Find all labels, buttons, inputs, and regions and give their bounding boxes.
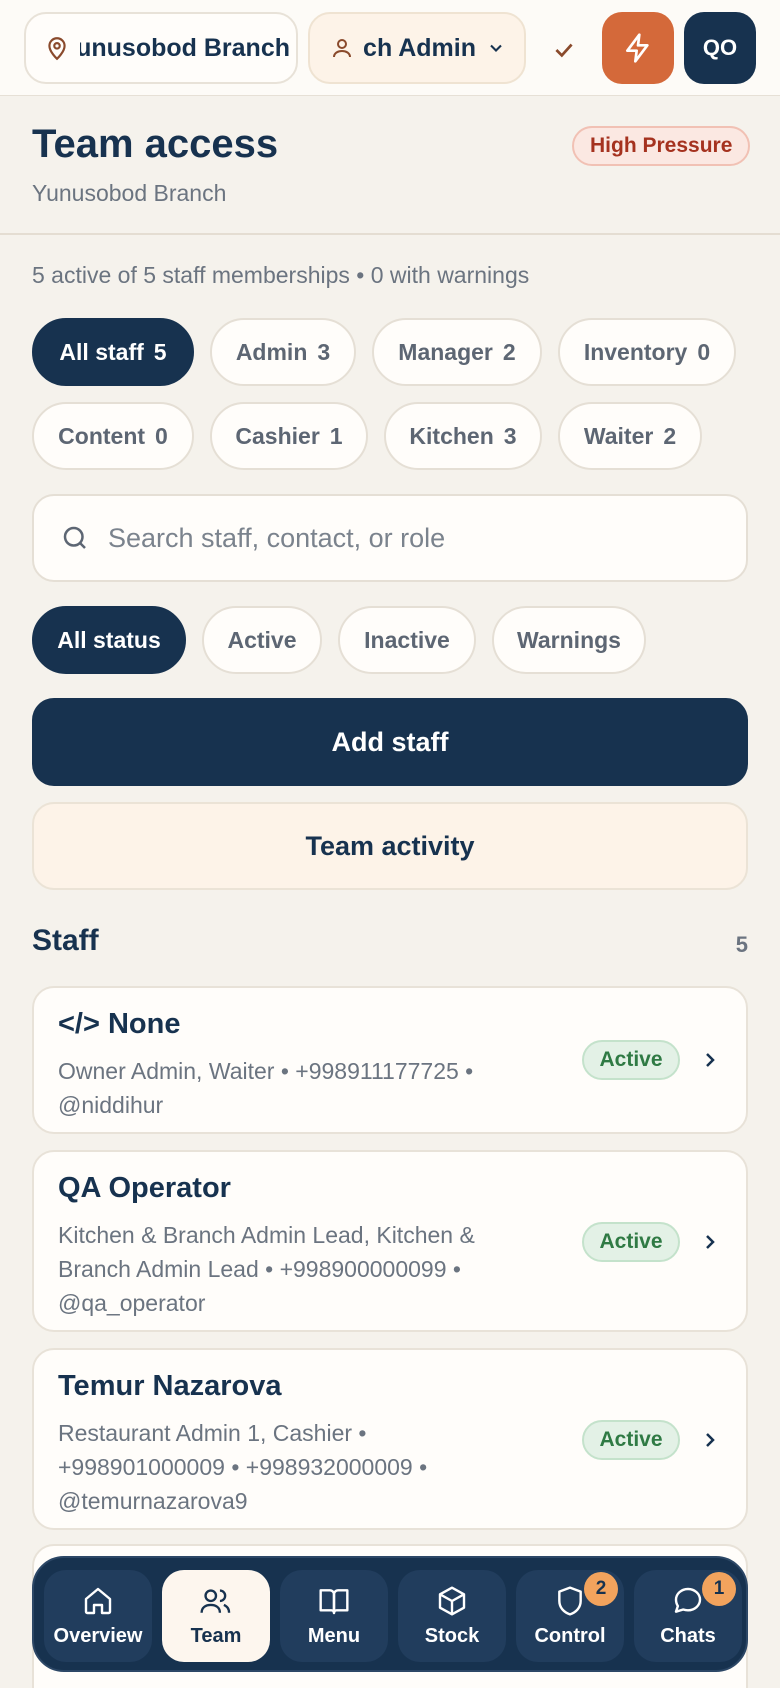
status-badge: Active [582,1040,680,1080]
branch-selector-label: Yunusobod Branch [80,33,290,62]
staff-meta: Kitchen & Branch Admin Lead, Kitchen & B… [58,1222,475,1316]
role-filter-all-staff[interactable]: All staff 5 [32,318,194,386]
page-title: Team access [32,122,279,166]
chip-label: Content [58,422,146,449]
section-count: 5 [735,932,748,957]
chevron-down-icon [486,38,506,58]
book-icon [318,1585,350,1617]
status-badge: High Pressure [572,126,751,166]
nav-label: Chats [660,1624,716,1647]
avatar[interactable]: QO [684,12,756,84]
staff-name: Temur Nazarova [58,1370,282,1402]
chevron-right-icon [698,1428,722,1452]
chip-label: Manager [398,338,493,365]
chip-label: Cashier [235,422,320,449]
quick-action-button[interactable] [602,12,674,84]
role-filter-admin[interactable]: Admin 3 [210,318,356,386]
staff-meta: Owner Admin, Waiter • +998911177725 • @n… [58,1058,474,1118]
lightning-icon [622,32,654,64]
top-bar: Yunusobod Branch Branch Admin QO [0,0,780,96]
staff-card[interactable]: </> None Owner Admin, Waiter • +99891117… [32,986,748,1134]
nav-label: Overview [53,1624,143,1647]
team-activity-button[interactable]: Team activity [32,802,748,890]
chat-icon [672,1585,704,1617]
staff-name: </> None [58,1008,181,1040]
nav-label: Stock [424,1624,480,1647]
chip-count: 5 [153,338,167,365]
staff-name: QA Operator [58,1172,231,1204]
confirm-button[interactable] [544,30,584,70]
divider [0,233,780,235]
notification-badge: 2 [584,1572,618,1606]
branch-selector[interactable]: Yunusobod Branch [24,12,298,84]
role-selector[interactable]: Branch Admin [308,12,526,84]
location-pin-icon [44,35,70,61]
staff-card[interactable]: QA Operator Kitchen & Branch Admin Lead,… [32,1150,748,1332]
status-filter-inactive[interactable]: Inactive [338,606,476,674]
nav-menu[interactable]: Menu [280,1570,388,1662]
chip-label: Waiter [583,422,654,449]
check-icon [551,37,577,63]
role-filter-content[interactable]: Content 0 [32,402,194,470]
search-input[interactable] [108,522,708,554]
chevron-right-icon [698,1230,722,1254]
search-icon [60,523,90,553]
staff-summary: 5 active of 5 staff memberships • 0 with… [32,262,530,288]
role-filter-waiter[interactable]: Waiter 2 [558,402,702,470]
nav-label: Control [534,1624,606,1647]
role-filter-manager[interactable]: Manager 2 [372,318,542,386]
page-subtitle: Yunusobod Branch [32,180,227,206]
staff-card[interactable]: Temur Nazarova Restaurant Admin 1, Cashi… [32,1348,748,1530]
users-icon [199,1585,233,1617]
chip-count: 1 [329,422,343,449]
notification-badge: 1 [702,1572,736,1606]
status-filter-all[interactable]: All status [32,606,186,674]
box-icon [436,1585,468,1617]
status-badge: Active [582,1222,680,1262]
bottom-navigation: Overview Team Menu Stock Control 2 Chats… [32,1556,748,1672]
chip-count: 0 [697,338,711,365]
status-filter-warnings[interactable]: Warnings [492,606,646,674]
nav-chats[interactable]: Chats 1 [634,1570,742,1662]
role-filter-kitchen[interactable]: Kitchen 3 [384,402,542,470]
nav-label: Menu [307,1624,361,1647]
chip-label: Admin [235,338,308,365]
chip-count: 3 [503,422,517,449]
chip-count: 3 [317,338,331,365]
chip-label: Inventory [583,338,688,365]
chip-label: Kitchen [409,422,494,449]
nav-stock[interactable]: Stock [398,1570,506,1662]
search-box[interactable] [32,494,748,582]
chevron-right-icon [698,1048,722,1072]
status-badge: Active [582,1420,680,1460]
user-icon [330,36,354,60]
nav-team[interactable]: Team [162,1570,270,1662]
nav-label: Team [190,1624,242,1647]
role-selector-label: Branch Admin [364,33,476,62]
role-filter-cashier[interactable]: Cashier 1 [210,402,368,470]
add-staff-button[interactable]: Add staff [32,698,748,786]
home-icon [82,1585,114,1617]
role-filter-inventory[interactable]: Inventory 0 [558,318,736,386]
staff-meta: Restaurant Admin 1, Cashier • +998901000… [58,1420,428,1514]
nav-control[interactable]: Control 2 [516,1570,624,1662]
status-filter-active[interactable]: Active [202,606,322,674]
chip-count: 2 [502,338,516,365]
chip-count: 0 [155,422,168,449]
chip-label: All staff [59,338,144,365]
chip-count: 2 [663,422,677,449]
shield-icon [554,1585,586,1617]
section-title: Staff [32,924,99,957]
nav-overview[interactable]: Overview [44,1570,152,1662]
